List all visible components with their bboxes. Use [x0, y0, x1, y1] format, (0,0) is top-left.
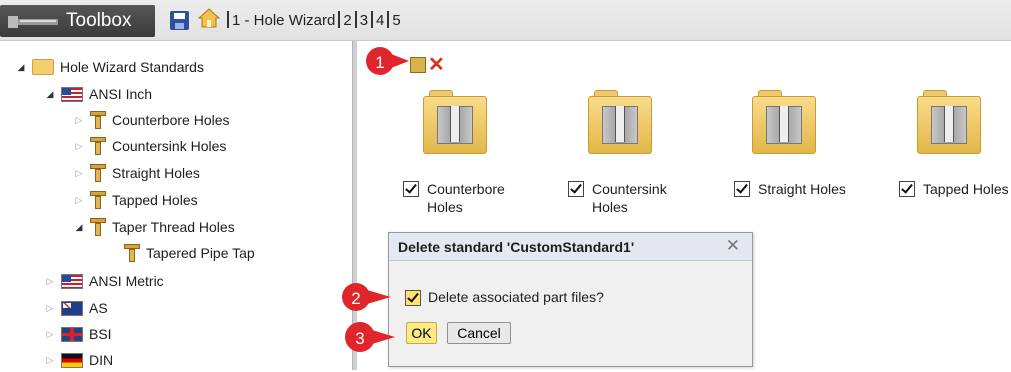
- breadcrumb-hole-wizard[interactable]: 1 - Hole Wizard: [232, 12, 335, 29]
- tree-node-label: Counterbore Holes: [112, 112, 230, 128]
- tree-node-label: Straight Holes: [112, 165, 200, 181]
- tree-node-label: Hole Wizard Standards: [60, 59, 204, 75]
- callout-number: 2: [351, 289, 361, 308]
- breadcrumb-step-3[interactable]: 3: [360, 12, 368, 29]
- collapsed-arrow-icon[interactable]: ▷: [72, 168, 86, 179]
- delete-standard-dialog: Delete standard 'CustomStandard1' ✕ Dele…: [388, 232, 753, 367]
- tree-node-straight[interactable]: ▷ Straight Holes: [72, 161, 200, 185]
- dialog-title-bar: Delete standard 'CustomStandard1' ✕: [389, 233, 752, 261]
- countersink-checkbox[interactable]: Countersink Holes: [568, 180, 667, 216]
- folder-icon: [32, 59, 54, 75]
- countersink-folder-icon[interactable]: [588, 90, 652, 154]
- tree-node-countersink[interactable]: ▷ Countersink Holes: [72, 134, 226, 158]
- collapsed-arrow-icon[interactable]: ▷: [72, 141, 86, 152]
- breadcrumb: 1 - Hole Wizard 2 3 4 5: [224, 11, 401, 29]
- tree-node-label: Tapered Pipe Tap: [146, 245, 255, 261]
- checkbox-icon[interactable]: [899, 181, 915, 197]
- us-flag-icon: [61, 86, 83, 102]
- tree-node-label: BSI: [89, 326, 112, 342]
- collapsed-arrow-icon[interactable]: ▷: [43, 355, 57, 366]
- checkbox-label: Tapped Holes: [923, 181, 1009, 197]
- close-icon[interactable]: ✕: [726, 236, 740, 256]
- straight-hole-icon: [90, 164, 106, 182]
- title-bar: Toolbox 1 - Hole Wizard 2 3 4 5: [0, 0, 1011, 41]
- tree-node-label: Tapped Holes: [112, 192, 198, 208]
- tree-node-counterbore[interactable]: ▷ Counterbore Holes: [72, 108, 230, 132]
- breadcrumb-step-2[interactable]: 2: [343, 12, 351, 29]
- breadcrumb-separator: [354, 11, 357, 28]
- checkbox-label: Straight Holes: [758, 181, 846, 197]
- taper-thread-icon: [90, 218, 106, 236]
- tree-node-root[interactable]: ◢ Hole Wizard Standards: [14, 55, 204, 79]
- checkbox-icon[interactable]: [403, 181, 419, 197]
- counterbore-checkbox[interactable]: Counterbore Holes: [403, 180, 505, 216]
- checkbox-label: Counterbore Holes: [427, 181, 505, 215]
- tapped-hole-icon: [90, 191, 106, 209]
- collapsed-arrow-icon[interactable]: ▷: [43, 276, 57, 287]
- edit-icon[interactable]: [410, 57, 426, 73]
- countersink-icon: [90, 137, 106, 155]
- collapsed-arrow-icon[interactable]: ▷: [72, 115, 86, 126]
- toolbox-tab[interactable]: Toolbox: [0, 5, 155, 37]
- tree-node-as[interactable]: ▷ AS: [43, 296, 108, 320]
- breadcrumb-step-5[interactable]: 5: [392, 12, 400, 29]
- breadcrumb-step-4[interactable]: 4: [376, 12, 384, 29]
- australia-flag-icon: [61, 300, 83, 316]
- tree-node-label: ANSI Metric: [89, 273, 164, 289]
- counterbore-folder-icon[interactable]: [423, 90, 487, 154]
- checkbox-label: Countersink Holes: [592, 181, 667, 215]
- tree-node-ansi-metric[interactable]: ▷ ANSI Metric: [43, 269, 164, 293]
- tree-node-label: Taper Thread Holes: [112, 219, 235, 235]
- collapsed-arrow-icon[interactable]: ▷: [43, 303, 57, 314]
- tapped-holes-folder-icon[interactable]: [917, 90, 981, 154]
- expanded-arrow-icon[interactable]: ◢: [43, 89, 57, 100]
- standards-tree: ◢ Hole Wizard Standards ◢ ANSI Inch ▷ Co…: [0, 41, 352, 370]
- app-title: Toolbox: [66, 10, 132, 31]
- checkbox-icon[interactable]: [568, 181, 584, 197]
- collapsed-arrow-icon[interactable]: ▷: [43, 329, 57, 340]
- delete-part-files-checkbox[interactable]: [405, 290, 421, 306]
- tree-node-tapped[interactable]: ▷ Tapped Holes: [72, 188, 198, 212]
- tree-node-bsi[interactable]: ▷ BSI: [43, 322, 112, 346]
- callout-number: 3: [355, 329, 365, 348]
- tree-node-label: AS: [89, 300, 108, 316]
- callout-number: 1: [375, 53, 385, 72]
- tree-node-label: Countersink Holes: [112, 138, 227, 154]
- tree-node-taper-thread[interactable]: ◢ Taper Thread Holes: [72, 215, 235, 239]
- tree-node-label: ANSI Inch: [89, 86, 153, 102]
- cancel-button[interactable]: Cancel: [447, 322, 511, 344]
- tapped-holes-checkbox[interactable]: Tapped Holes: [899, 180, 1011, 198]
- callout-3: 3: [345, 320, 395, 354]
- collapsed-arrow-icon[interactable]: ▷: [72, 195, 86, 206]
- pipe-tap-icon: [124, 244, 140, 262]
- breadcrumb-separator: [338, 11, 341, 28]
- callout-1: 1: [365, 46, 409, 80]
- breadcrumb-separator: [371, 11, 374, 28]
- tree-node-tapered-pipe-tap[interactable]: Tapered Pipe Tap: [124, 241, 255, 265]
- home-icon[interactable]: [198, 7, 220, 29]
- ok-button[interactable]: OK: [406, 322, 437, 344]
- us-flag-icon: [61, 273, 83, 289]
- callout-2: 2: [341, 282, 391, 316]
- save-icon[interactable]: [170, 11, 189, 30]
- checkbox-icon[interactable]: [734, 181, 750, 197]
- toolbox-icon: [8, 16, 58, 28]
- straight-holes-folder-icon[interactable]: [752, 90, 816, 154]
- breadcrumb-separator: [387, 11, 390, 28]
- expanded-arrow-icon[interactable]: ◢: [14, 62, 28, 73]
- counterbore-icon: [90, 111, 106, 129]
- germany-flag-icon: [61, 352, 83, 368]
- delete-part-files-label: Delete associated part files?: [428, 289, 604, 305]
- straight-holes-checkbox[interactable]: Straight Holes: [734, 180, 846, 198]
- tree-node-ansi-inch[interactable]: ◢ ANSI Inch: [43, 82, 153, 106]
- tree-node-din[interactable]: ▷ DIN: [43, 348, 114, 372]
- expanded-arrow-icon[interactable]: ◢: [72, 222, 86, 233]
- breadcrumb-separator: [227, 11, 229, 28]
- tree-node-label: DIN: [89, 352, 114, 368]
- dialog-title: Delete standard 'CustomStandard1': [398, 239, 635, 255]
- delete-icon[interactable]: ✕: [428, 55, 445, 75]
- uk-flag-icon: [61, 326, 83, 342]
